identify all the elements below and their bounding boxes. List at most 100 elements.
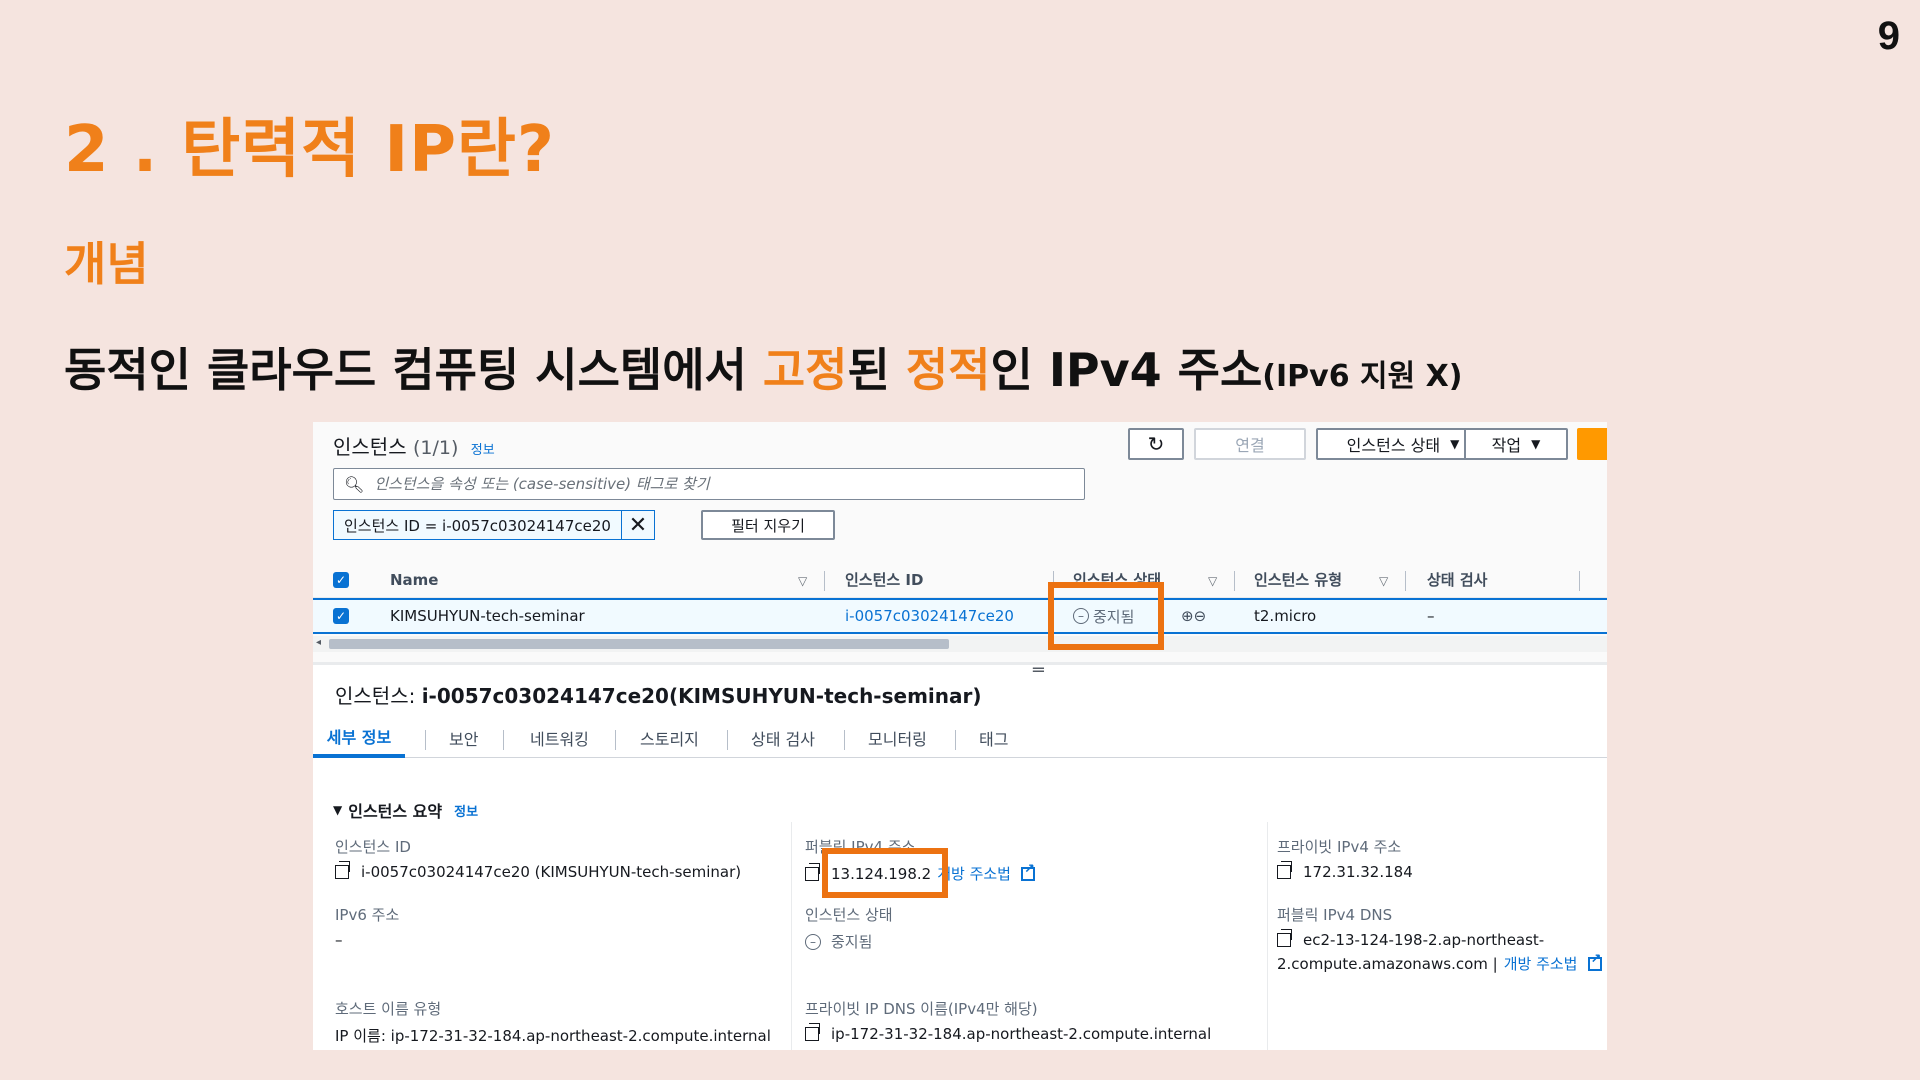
field-value: i-0057c03024147ce20 (KIMSUHYUN-tech-semi…: [361, 863, 742, 881]
drag-handle-icon[interactable]: ═: [1033, 660, 1044, 681]
detail-title: 인스턴스: i-0057c03024147ce20(KIMSUHYUN-tech…: [335, 680, 982, 709]
field-public-dns: 퍼블릭 IPv4 DNS ec2-13-124-198-2.ap-northea…: [1277, 904, 1602, 974]
highlight-box-public-ip: [822, 848, 948, 898]
field-label: 인스턴스 상태: [805, 906, 893, 924]
copy-icon[interactable]: [805, 1023, 820, 1041]
panel-divider[interactable]: [313, 662, 1607, 665]
caret-down-icon: ▼: [1450, 437, 1460, 451]
tab-networking[interactable]: 네트워킹: [530, 718, 589, 758]
field-value: ip-172-31-32-184.ap-northeast-2.compute.…: [831, 1025, 1212, 1043]
instances-title: 인스턴스: [333, 435, 407, 459]
clear-filters-button[interactable]: 필터 지우기: [701, 510, 835, 540]
column-name[interactable]: Name: [390, 562, 438, 597]
open-address-link[interactable]: 개방 주소법: [937, 863, 1011, 884]
close-icon[interactable]: ✕: [622, 511, 654, 539]
clear-filters-label: 필터 지우기: [731, 516, 805, 535]
instance-state-label: 인스턴스 상태: [1346, 436, 1441, 455]
scroll-left-icon[interactable]: ◂: [316, 637, 321, 648]
field-value: –: [335, 931, 343, 949]
row-status-check: –: [1427, 607, 1435, 625]
info-link[interactable]: 정보: [454, 801, 478, 820]
tab-security[interactable]: 보안: [449, 718, 478, 758]
row-name: KIMSUHYUN-tech-seminar: [390, 607, 585, 625]
zoom-icons[interactable]: ⊕ ⊖: [1181, 600, 1206, 632]
field-value: IP 이름: ip-172-31-32-184.ap-northeast-2.c…: [335, 1027, 771, 1045]
search-icon: 🔍︎: [344, 474, 365, 494]
copy-icon[interactable]: [1277, 929, 1292, 947]
row-instance-id-link[interactable]: i-0057c03024147ce20: [845, 600, 1014, 632]
field-label: 퍼블릭 IPv4 DNS: [1277, 906, 1393, 924]
connect-button[interactable]: 연결: [1194, 428, 1306, 460]
tab-tags[interactable]: 태그: [979, 718, 1008, 758]
field-value: 2.compute.amazonaws.com |: [1277, 954, 1498, 973]
instances-count: (1/1): [412, 437, 459, 459]
column-instance-type[interactable]: 인스턴스 유형: [1254, 562, 1342, 597]
slide-title: 2 . 탄력적 IP란?: [64, 113, 556, 187]
caret-down-icon: ▼: [1531, 437, 1541, 451]
refresh-button[interactable]: ↻: [1128, 428, 1184, 460]
checkmark-icon: ✓: [333, 608, 349, 624]
filter-token-text: 인스턴스 ID = i-0057c03024147ce20: [334, 511, 622, 539]
field-label: IPv6 주소: [335, 906, 400, 924]
desc-part: 동적인 클라우드 컴퓨팅 시스템에서: [64, 343, 763, 397]
horizontal-scrollbar[interactable]: ◂: [313, 636, 1607, 652]
copy-icon[interactable]: [805, 862, 820, 881]
sort-icon[interactable]: ▽: [798, 574, 807, 588]
field-label: 프라이빗 IPv4 주소: [1277, 838, 1402, 856]
refresh-icon: ↻: [1147, 432, 1165, 456]
external-link-icon[interactable]: [1020, 862, 1035, 881]
copy-icon[interactable]: [1277, 861, 1292, 879]
table-header: ✓ Name ▽ 인스턴스 ID 인스턴스 상태 ▽ 인스턴스 유형 ▽ 상태 …: [313, 562, 1607, 598]
info-link[interactable]: 정보: [471, 443, 495, 458]
field-hostname-type: 호스트 이름 유형 IP 이름: ip-172-31-32-184.ap-nor…: [335, 998, 771, 1046]
tab-monitoring[interactable]: 모니터링: [868, 718, 927, 758]
zoom-in-icon[interactable]: ⊕: [1181, 607, 1194, 625]
search-bar[interactable]: 🔍︎: [333, 468, 1085, 500]
field-value: 중지됨: [831, 933, 873, 951]
actions-button[interactable]: 작업 ▼: [1464, 428, 1568, 460]
copy-icon[interactable]: [335, 861, 350, 879]
slide-subtitle: 개념: [64, 237, 149, 291]
scroll-thumb[interactable]: [329, 639, 949, 649]
tab-details[interactable]: 세부 정보: [313, 718, 405, 758]
stopped-icon: –: [805, 933, 821, 950]
highlight-box-instance-state: [1048, 582, 1164, 650]
instances-list-panel: 인스턴스 (1/1) 정보 ↻ 연결 인스턴스 상태 ▼ 작업 ▼ 🔍︎ 인스턴…: [313, 422, 1607, 662]
field-instance-state: 인스턴스 상태 – 중지됨: [805, 904, 893, 952]
launch-instance-button[interactable]: [1577, 428, 1607, 460]
detail-tabs: 세부 정보 보안 네트워킹 스토리지 상태 검사 모니터링 태그: [313, 718, 1607, 758]
collapse-triangle-icon[interactable]: ▼: [333, 803, 342, 817]
desc-part: 된: [847, 343, 906, 397]
summary-title: 인스턴스 요약: [348, 802, 443, 821]
field-instance-id: 인스턴스 ID i-0057c03024147ce20 (KIMSUHYUN-t…: [335, 836, 741, 881]
row-checkbox[interactable]: ✓: [333, 600, 349, 632]
field-value: ec2-13-124-198-2.ap-northeast-: [1303, 931, 1545, 949]
tab-status-checks[interactable]: 상태 검사: [751, 718, 815, 758]
select-all-checkbox[interactable]: ✓: [333, 562, 349, 597]
tab-storage[interactable]: 스토리지: [640, 718, 699, 758]
field-label: 인스턴스 ID: [335, 838, 411, 856]
open-address-link[interactable]: 개방 주소법: [1504, 953, 1578, 974]
detail-title-prefix: 인스턴스:: [335, 684, 422, 708]
field-private-ipv4: 프라이빗 IPv4 주소 172.31.32.184: [1277, 836, 1413, 881]
search-input[interactable]: [374, 475, 1055, 493]
sort-icon[interactable]: ▽: [1379, 574, 1388, 588]
table-row[interactable]: ✓ KIMSUHYUN-tech-seminar i-0057c03024147…: [313, 598, 1607, 634]
zoom-out-icon[interactable]: ⊖: [1194, 607, 1207, 625]
page-number: 9: [1877, 14, 1900, 58]
external-link-icon[interactable]: [1587, 952, 1602, 971]
slide-description: 동적인 클라우드 컴퓨팅 시스템에서 고정된 정적인 IPv4 주소(IPv6 …: [64, 334, 1463, 400]
field-ipv6: IPv6 주소 –: [335, 904, 399, 949]
column-status-check[interactable]: 상태 검사: [1427, 562, 1487, 597]
field-label: 프라이빗 IP DNS 이름(IPv4만 해당): [805, 1000, 1038, 1018]
desc-highlight: 정적: [905, 343, 991, 397]
ec2-console-screenshot: 인스턴스 (1/1) 정보 ↻ 연결 인스턴스 상태 ▼ 작업 ▼ 🔍︎ 인스턴…: [313, 422, 1607, 1050]
checkmark-icon: ✓: [333, 571, 349, 588]
desc-highlight: 고정: [762, 343, 848, 397]
column-instance-id[interactable]: 인스턴스 ID: [845, 562, 923, 597]
filter-token[interactable]: 인스턴스 ID = i-0057c03024147ce20 ✕: [333, 510, 655, 540]
instance-summary-header[interactable]: ▼ 인스턴스 요약 정보: [333, 798, 478, 822]
actions-label: 작업: [1491, 436, 1522, 455]
sort-icon[interactable]: ▽: [1208, 574, 1217, 588]
field-label: 호스트 이름 유형: [335, 1000, 442, 1018]
